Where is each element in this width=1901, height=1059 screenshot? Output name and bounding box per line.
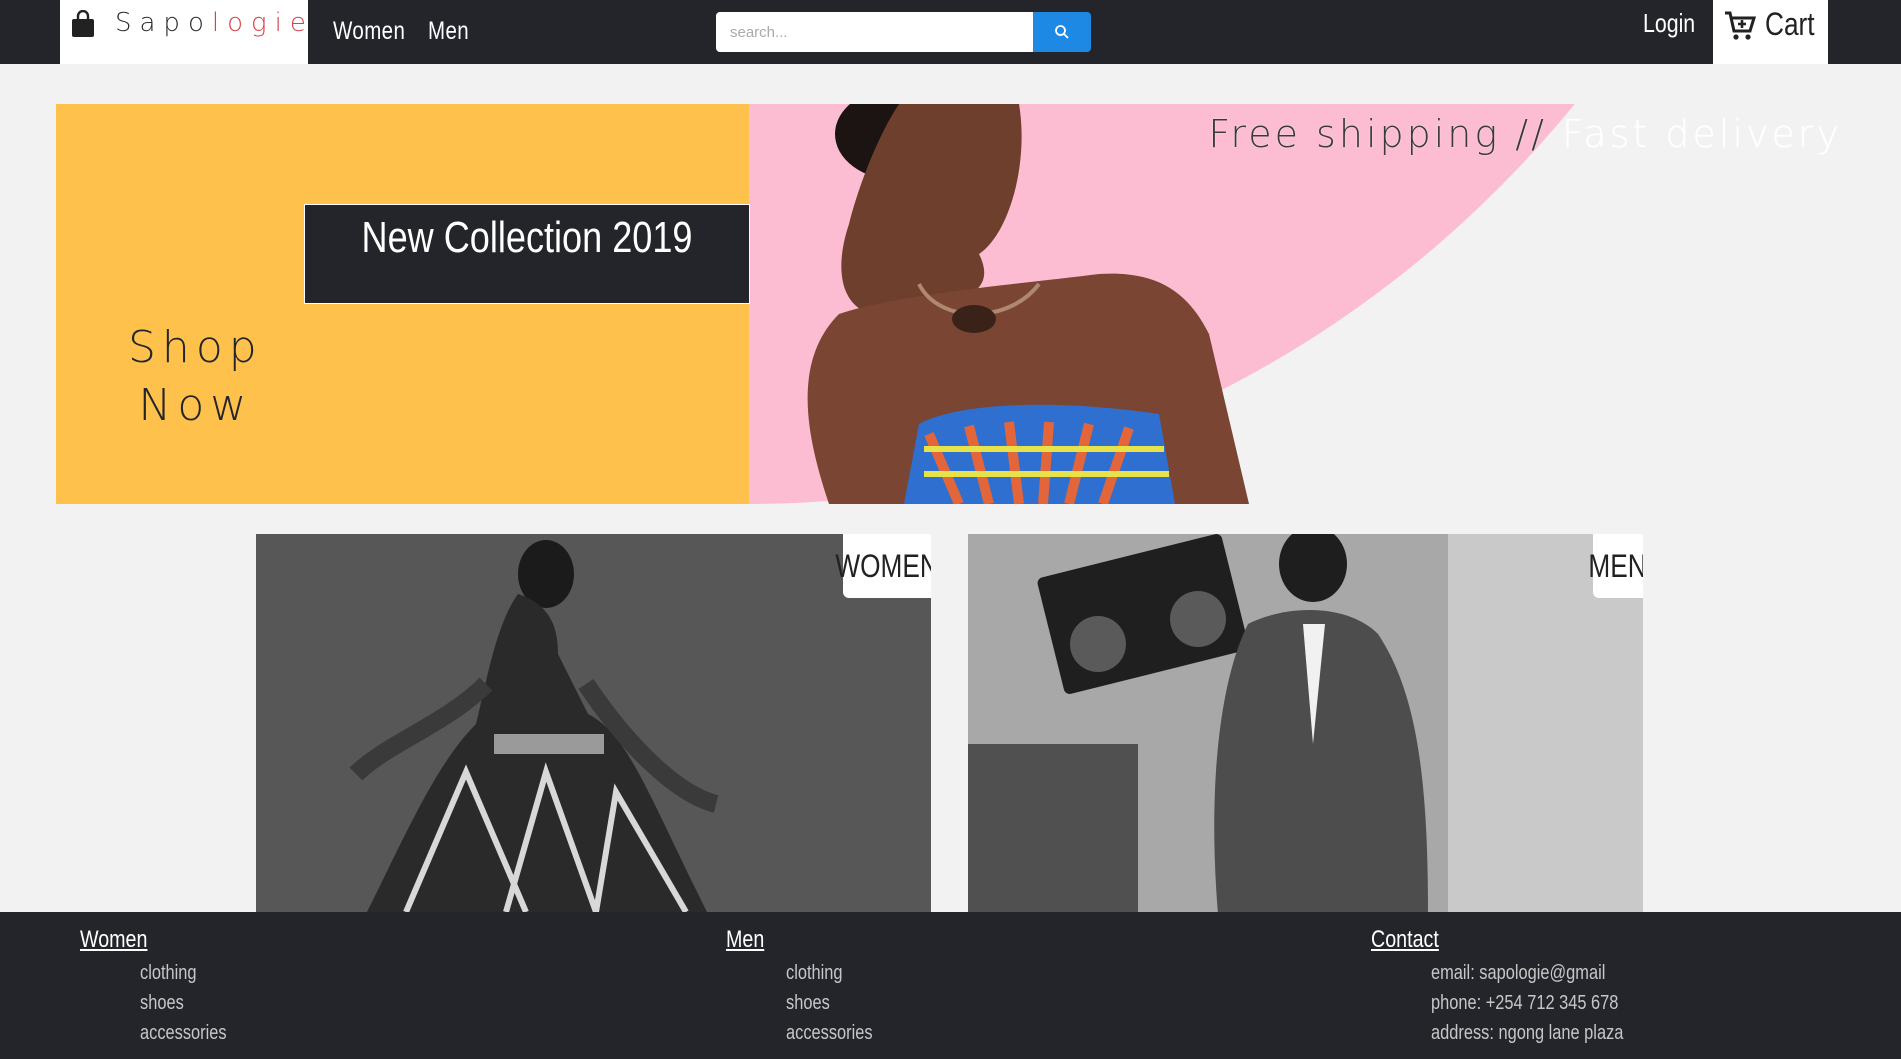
footer-contact-column: Contact email: sapologie@gmail phone: +2…	[1371, 926, 1666, 1048]
men-category-image	[968, 534, 1643, 912]
search-input[interactable]	[716, 12, 1034, 52]
footer: Women clothing shoes accessories Men clo…	[0, 912, 1901, 1059]
footer-women-heading[interactable]: Women	[80, 926, 216, 954]
collection-title: New Collection 2019	[361, 213, 693, 262]
footer-men-clothing[interactable]: clothing	[786, 958, 873, 988]
hero-banner[interactable]: Free shipping // Fast delivery New Colle…	[56, 104, 1842, 504]
footer-contact-address: address: ngong lane plaza	[1431, 1022, 1624, 1044]
collection-box[interactable]: New Collection 2019	[304, 204, 750, 304]
brand-logo[interactable]: Sapologie	[60, 0, 308, 64]
category-card-men[interactable]: MEN	[968, 534, 1643, 912]
banner-yellow-panel	[56, 104, 749, 504]
shop-now-line2: Now	[138, 380, 253, 431]
shop-now-link[interactable]: Shop Now	[128, 319, 263, 435]
cart-button[interactable]: Cart	[1713, 0, 1828, 64]
footer-contact-email: email: sapologie@gmail	[1431, 962, 1606, 984]
footer-contact-phone: phone: +254 712 345 678	[1431, 992, 1619, 1014]
footer-women-column: Women clothing shoes accessories	[80, 926, 246, 1048]
brand-name: Sapologie	[115, 8, 314, 38]
category-card-women[interactable]: WOMEN	[256, 534, 931, 912]
footer-women-shoes[interactable]: shoes	[140, 988, 227, 1018]
search-icon	[1055, 25, 1069, 39]
free-shipping-text: Free shipping // Fast delivery	[1208, 112, 1842, 156]
nav-men-link[interactable]: Men	[428, 17, 469, 46]
women-category-tag: WOMEN	[835, 534, 931, 598]
footer-men-accessories[interactable]: accessories	[786, 1018, 873, 1048]
footer-men-column: Men clothing shoes accessories	[726, 926, 892, 1048]
cart-label: Cart	[1765, 6, 1815, 42]
footer-women-clothing[interactable]: clothing	[140, 958, 227, 988]
footer-women-accessories[interactable]: accessories	[140, 1018, 227, 1048]
nav-women-link[interactable]: Women	[333, 17, 405, 46]
men-category-tag: MEN	[1589, 534, 1643, 598]
top-navbar: Sapologie Women Men Login Cart	[0, 0, 1901, 64]
shop-now-line1: Shop	[128, 322, 263, 373]
footer-contact-heading[interactable]: Contact	[1371, 926, 1613, 954]
women-category-image	[256, 534, 931, 912]
footer-men-heading[interactable]: Men	[726, 926, 862, 954]
search-button[interactable]	[1033, 12, 1091, 52]
login-link[interactable]: Login	[1643, 8, 1695, 39]
cart-icon	[1725, 11, 1757, 40]
footer-men-shoes[interactable]: shoes	[786, 988, 873, 1018]
banner-model-image	[807, 104, 1249, 504]
shopping-bag-icon	[72, 10, 94, 37]
